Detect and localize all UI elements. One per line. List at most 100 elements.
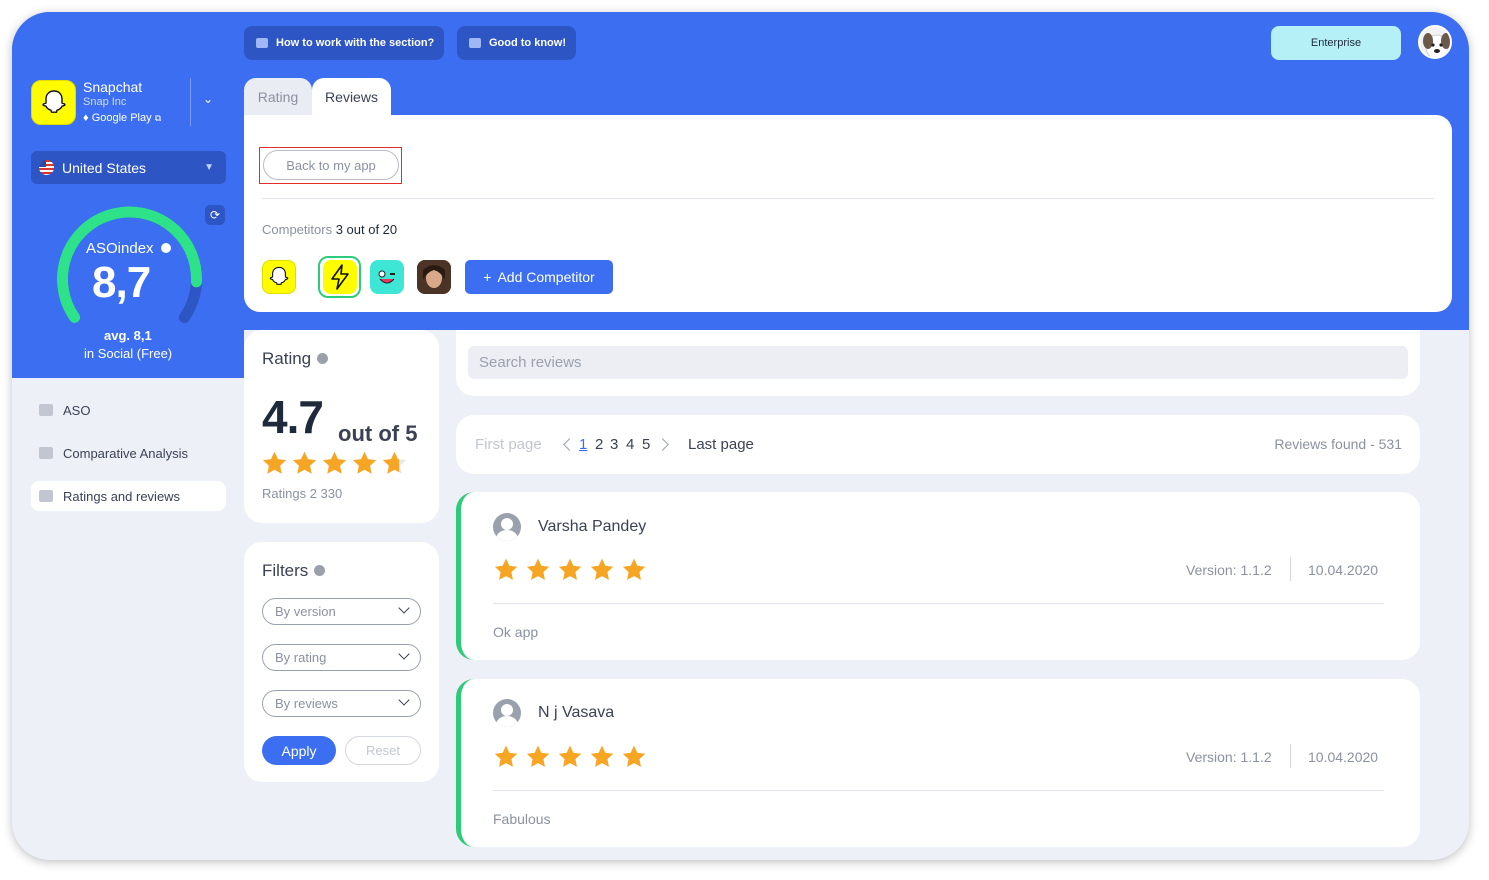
star-icon xyxy=(526,558,550,580)
folder-icon xyxy=(39,404,53,416)
plus-icon: + xyxy=(483,269,492,285)
how-to-work-button[interactable]: How to work with the section? xyxy=(244,26,445,60)
star-icon xyxy=(590,558,614,580)
review-stars xyxy=(493,557,647,583)
filter-by-reviews-select[interactable]: By reviews xyxy=(262,690,421,717)
star-icon xyxy=(622,558,646,580)
page-link-5[interactable]: 5 xyxy=(642,436,650,453)
app-name: Snapchat xyxy=(83,79,143,95)
chevron-down-icon xyxy=(398,694,410,706)
chevron-down-icon xyxy=(398,648,410,660)
chat-icon xyxy=(39,490,53,502)
google-play-icon: ♦ xyxy=(83,112,89,124)
review-version: Version: 1.1.2 xyxy=(1186,562,1272,578)
review-stars xyxy=(493,744,647,770)
info-icon[interactable] xyxy=(317,353,329,365)
refresh-icon: ⟳ xyxy=(209,208,221,222)
ghost-icon xyxy=(269,266,289,285)
filter-by-version-select[interactable]: By version xyxy=(262,598,421,625)
back-to-my-app-button[interactable]: Back to my app xyxy=(263,150,399,180)
good-to-know-label: Good to know! xyxy=(489,37,566,49)
page-link-3[interactable]: 3 xyxy=(610,436,618,453)
divider xyxy=(1290,744,1291,768)
ghost-icon xyxy=(41,89,66,113)
portrait-app-icon[interactable] xyxy=(417,260,451,294)
apply-button[interactable]: Apply xyxy=(262,736,336,765)
store-label: Google Play xyxy=(91,112,152,124)
sidebar-item-aso[interactable]: ASO xyxy=(31,395,226,425)
app-divider xyxy=(190,78,191,126)
compare-icon xyxy=(39,447,53,459)
reset-button[interactable]: Reset xyxy=(345,736,421,765)
add-competitor-button[interactable]: + Add Competitor xyxy=(465,260,613,294)
refresh-button[interactable]: ⟳ xyxy=(205,205,225,225)
user-avatar[interactable] xyxy=(1418,25,1452,59)
ratings-count: Ratings 2 330 xyxy=(262,486,343,501)
plan-button[interactable]: Enterprise xyxy=(1271,26,1401,60)
star-icon xyxy=(558,558,582,580)
sidebar-item-label: Comparative Analysis xyxy=(63,445,188,461)
wink-face-icon xyxy=(378,270,395,284)
page-link-1[interactable]: 1 xyxy=(579,436,587,453)
app-frame: How to work with the section? Good to kn… xyxy=(12,12,1469,860)
info-icon[interactable] xyxy=(314,565,326,577)
aso-index-value: 8,7 xyxy=(92,258,151,307)
last-page-link[interactable]: Last page xyxy=(688,436,754,453)
snapchat-icon[interactable] xyxy=(262,260,296,294)
external-link-icon: ⧉ xyxy=(154,113,162,123)
app-developer: Snap Inc xyxy=(83,96,127,108)
lightning-app-icon[interactable] xyxy=(323,260,357,294)
sidebar-item-ratings-and-reviews[interactable]: Ratings and reviews xyxy=(31,481,226,511)
user-icon xyxy=(493,699,521,727)
country-select[interactable]: United States ▼ xyxy=(31,151,226,184)
user-icon xyxy=(493,513,521,541)
competitors-count: Competitors 3 out of 20 xyxy=(262,222,397,237)
review-text: Fabulous xyxy=(493,811,551,827)
filters-title-label: Filters xyxy=(262,561,309,580)
store-link[interactable]: ♦ Google Play ⧉ xyxy=(83,112,161,124)
review-text: Ok app xyxy=(493,624,539,640)
star-icon xyxy=(262,451,287,474)
star-icon xyxy=(622,745,646,767)
lightning-icon xyxy=(331,264,349,290)
first-page-link[interactable]: First page xyxy=(475,436,542,453)
review-date: 10.04.2020 xyxy=(1308,749,1379,765)
review-author: Varsha Pandey xyxy=(538,518,647,535)
filter-label: By version xyxy=(275,604,336,619)
star-icon xyxy=(322,451,347,474)
star-icon xyxy=(292,451,317,474)
filter-label: By rating xyxy=(275,650,327,665)
review-author: N j Vasava xyxy=(538,704,615,721)
filters-title: Filters xyxy=(262,561,326,581)
divider xyxy=(262,198,1434,199)
star-icon xyxy=(352,451,377,474)
competitors-label: Competitors xyxy=(262,222,333,237)
page-link-2[interactable]: 2 xyxy=(595,436,603,453)
star-icon xyxy=(558,745,582,767)
chevron-down-icon: ▼ xyxy=(204,162,214,173)
sidebar-item-label: ASO xyxy=(63,402,91,418)
star-icon xyxy=(526,745,550,767)
tab-reviews[interactable]: Reviews xyxy=(312,78,391,116)
sidebar-item-comparative-analysis[interactable]: Comparative Analysis xyxy=(31,438,226,468)
competitors-count-value: 3 out of 20 xyxy=(335,222,398,237)
review-version: Version: 1.1.2 xyxy=(1186,749,1272,765)
country-label: United States xyxy=(62,159,147,176)
page-link-4[interactable]: 4 xyxy=(626,436,634,453)
info-icon[interactable] xyxy=(160,243,171,254)
divider xyxy=(1290,557,1291,581)
aso-index-title: ASOindex xyxy=(86,240,171,257)
snapchat-app-icon xyxy=(31,80,76,125)
good-to-know-button[interactable]: Good to know! xyxy=(457,26,576,60)
tab-rating[interactable]: Rating xyxy=(244,78,312,116)
filter-by-rating-select[interactable]: By rating xyxy=(262,644,421,671)
wink-face-app-icon[interactable] xyxy=(370,260,404,294)
divider xyxy=(493,790,1384,791)
us-flag-icon xyxy=(39,160,54,175)
reviews-found: Reviews found - 531 xyxy=(1274,436,1402,452)
app-switcher-chevron-icon[interactable]: ⌄ xyxy=(203,92,213,106)
rating-out-of: out of 5 xyxy=(338,421,418,446)
search-reviews-input[interactable] xyxy=(468,346,1408,379)
rating-title: Rating xyxy=(262,349,329,369)
divider xyxy=(493,603,1384,604)
